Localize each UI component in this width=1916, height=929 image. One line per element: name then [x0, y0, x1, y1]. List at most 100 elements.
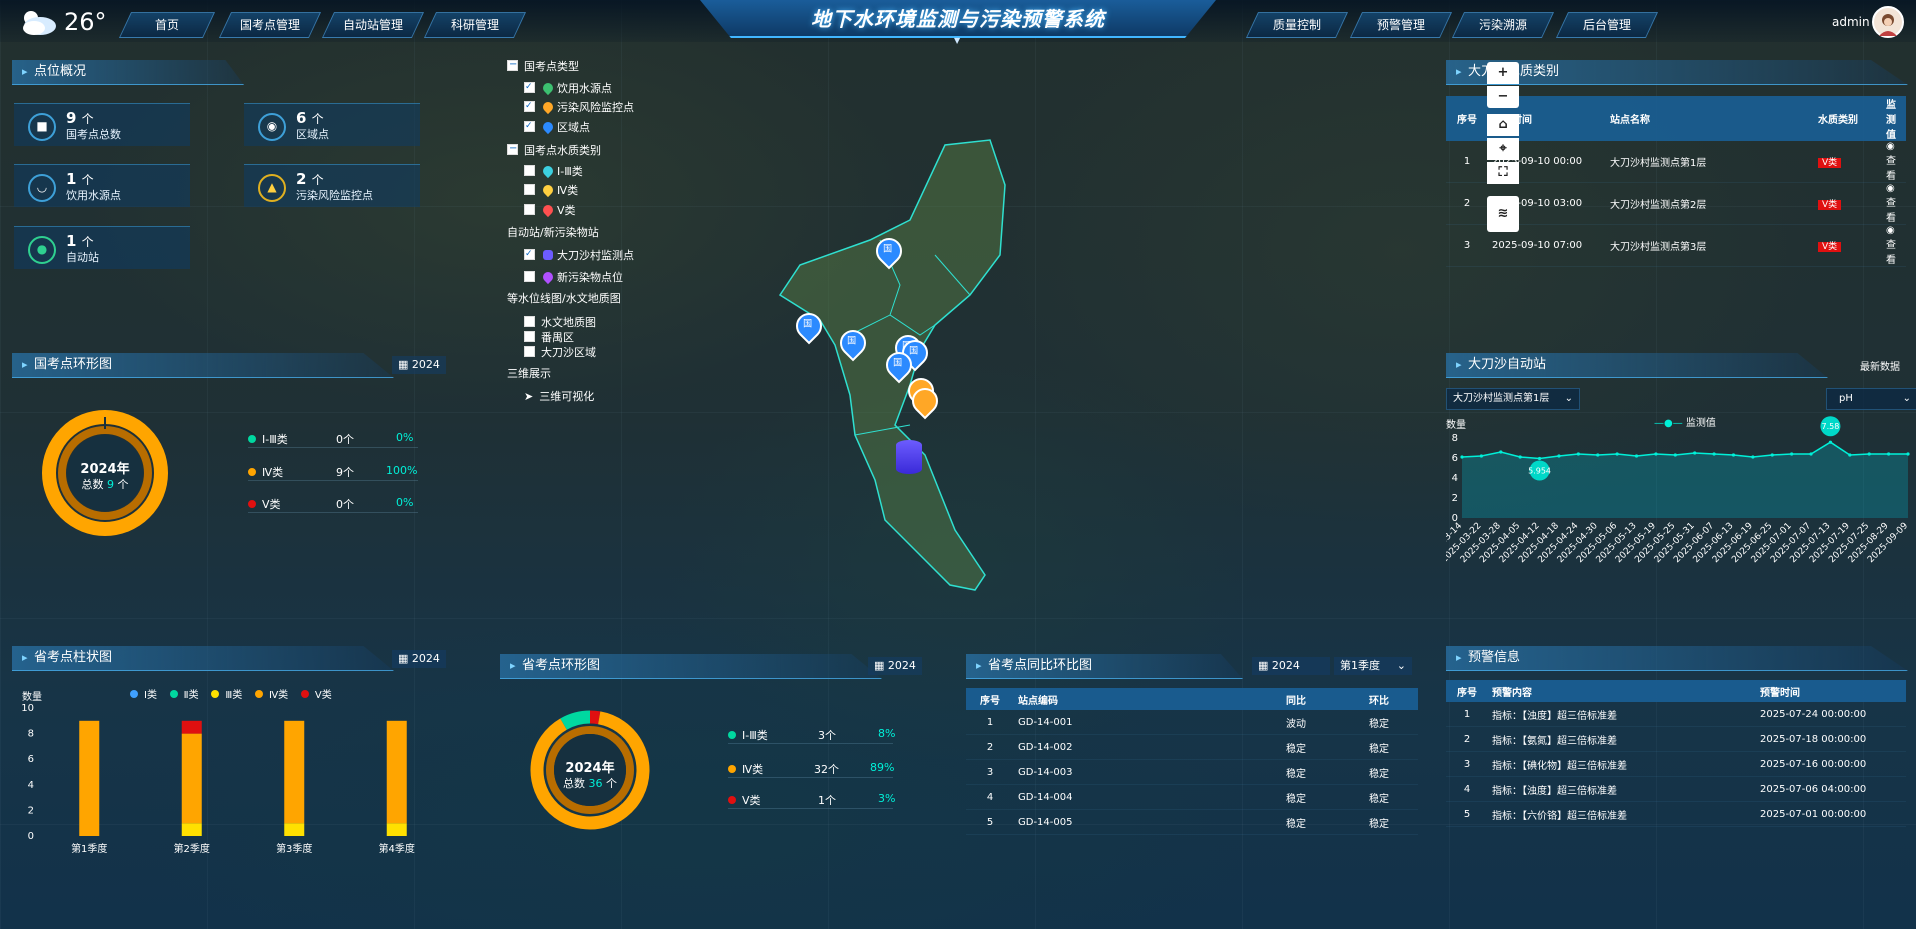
- weather-temperature: 26°: [64, 8, 107, 36]
- location-icon: ◉: [258, 113, 286, 141]
- nav-home[interactable]: 首页: [118, 12, 216, 38]
- avatar[interactable]: [1872, 6, 1904, 38]
- line-point: [1790, 452, 1794, 456]
- alerts-header: 预警信息: [1446, 646, 1908, 671]
- latest-data-link[interactable]: 最新数据: [1860, 358, 1900, 373]
- province-ring-center-year: 2024年: [565, 761, 615, 776]
- alerts-table: 序号 预警内容 预警时间 1 指标：【浊度】超三倍标准差 2025-07-24 00…: [1446, 680, 1906, 827]
- nav-auto-station[interactable]: 自动站管理: [321, 12, 425, 38]
- zoom-out-button[interactable]: −: [1487, 86, 1519, 108]
- province-bar-chart: 0 2 4 6 8 10 第1季度 第2季度 第3季度 第4季度: [21, 703, 415, 855]
- chevron-down-icon: ⌄: [1902, 393, 1911, 404]
- bar-segment: [284, 720, 305, 824]
- line-point: [1828, 440, 1833, 444]
- card-drinking-water[interactable]: ◡ 1 个 饮用水源点: [14, 164, 190, 207]
- bar-segment: [181, 733, 202, 824]
- line-point: [1906, 452, 1910, 456]
- legend-dadaosha-station[interactable]: 大刀沙村监测点: [524, 247, 634, 263]
- line-point: [1634, 454, 1639, 458]
- legend-pollution-risk[interactable]: 污染风险监控点: [524, 99, 634, 115]
- table-row[interactable]: 2 GD-14-002 稳定 稳定: [966, 734, 1418, 760]
- legend-group-national-type[interactable]: 国考点类型: [507, 57, 579, 74]
- legend-dadaosha-area[interactable]: 大刀沙区域: [524, 345, 596, 360]
- line-point: [1557, 454, 1561, 458]
- table-row[interactable]: 4 GD-14-004 稳定 稳定: [966, 784, 1418, 810]
- line-point: [1867, 452, 1871, 456]
- fullscreen-icon[interactable]: ⛶: [1487, 162, 1519, 184]
- zoom-in-button[interactable]: +: [1487, 62, 1519, 84]
- province-legend-row-3: Ⅴ类 1个 3%: [728, 792, 895, 809]
- legend-panyu[interactable]: 番禺区: [524, 330, 574, 345]
- nav-backend[interactable]: 后台管理: [1555, 12, 1659, 38]
- layers-icon[interactable]: ≋: [1487, 196, 1519, 232]
- nav-research[interactable]: 科研管理: [423, 12, 527, 38]
- province-ring-center-total: 总数 36 个: [563, 777, 617, 790]
- legend-class-5[interactable]: Ⅴ类: [524, 202, 576, 218]
- table-row[interactable]: 3 指标：【碘化物】超三倍标准差 2025-07-16 00:00:00: [1446, 751, 1906, 777]
- eye-icon: ◉: [1886, 141, 1895, 152]
- y-tick-label: 6: [28, 754, 34, 765]
- table-row[interactable]: 4 指标：【浊度】超三倍标准差 2025-07-06 04:00:00: [1446, 776, 1906, 802]
- card-regional[interactable]: ◉ 6 个 区域点: [244, 103, 420, 146]
- y-tick-label: 8: [28, 729, 34, 740]
- legend-group-water-class[interactable]: 国考点水质类别: [507, 141, 601, 158]
- province-legend-row-1: Ⅰ-Ⅲ类 3个 8%: [728, 727, 895, 744]
- bar-segment: [181, 823, 202, 836]
- legend-new-pollutant[interactable]: 新污染物点位: [524, 269, 623, 285]
- page-title: 地下水环境监测与污染预警系统: [811, 7, 1105, 31]
- donut-slice: [589, 710, 601, 725]
- legend-drinking-water[interactable]: 饮用水源点: [524, 80, 612, 96]
- compare-year-picker[interactable]: ▦ 2024: [1252, 657, 1330, 675]
- table-row[interactable]: 5 指标：【六价铬】超三倍标准差 2025-07-01 00:00:00: [1446, 801, 1906, 827]
- national-ring-year-picker[interactable]: ▦ 2024: [392, 356, 446, 374]
- username[interactable]: admin: [1832, 15, 1870, 29]
- auto-station-header: 大刀沙自动站: [1446, 353, 1828, 378]
- parameter-select[interactable]: pH ⌄: [1826, 388, 1916, 410]
- card-auto-station[interactable]: ● 1 个 自动站: [14, 226, 190, 269]
- line-point: [1770, 453, 1774, 457]
- table-row[interactable]: 1 GD-14-001 波动 稳定: [966, 710, 1418, 735]
- line-point: [1576, 452, 1580, 456]
- legend-hydro-map[interactable]: 水文地质图: [524, 315, 596, 330]
- compare-quarter-select[interactable]: 第1季度 ⌄: [1334, 657, 1412, 675]
- nav-alert-management[interactable]: 预警管理: [1349, 12, 1453, 38]
- compare-header: 省考点同比环比图: [966, 654, 1243, 679]
- navigation-arrow-icon: ➤: [524, 390, 534, 403]
- x-tick-label: 第1季度: [71, 842, 107, 855]
- title-chevron-icon: ▼: [954, 36, 961, 45]
- legend-group-hydro: 等水位线图/水文地质图: [507, 292, 621, 305]
- legend-class-1-3[interactable]: Ⅰ-Ⅲ类: [524, 163, 583, 179]
- home-icon[interactable]: ⌂: [1487, 114, 1519, 136]
- national-legend-row-2: Ⅳ类 9个 100%: [248, 464, 418, 481]
- table-row[interactable]: 3 GD-14-003 稳定 稳定: [966, 759, 1418, 785]
- line-point: [1712, 452, 1716, 456]
- line-point: [1518, 455, 1522, 459]
- locate-icon[interactable]: ⌖: [1487, 138, 1519, 160]
- province-ring-year-picker[interactable]: ▦ 2024: [868, 657, 922, 675]
- x-tick-label: 第4季度: [379, 842, 415, 855]
- eye-icon: ◉: [1886, 225, 1895, 236]
- card-national-total[interactable]: ■ 9 个 国考点总数: [14, 103, 190, 146]
- line-point: [1596, 453, 1600, 457]
- auto-station-cylinder-icon[interactable]: [896, 440, 922, 474]
- y-tick-label: 6: [1452, 453, 1458, 464]
- 3d-visualization-button[interactable]: ➤ 三维可视化: [524, 389, 594, 404]
- line-point: [1809, 452, 1813, 456]
- nav-pollution-trace[interactable]: 污染溯源: [1451, 12, 1555, 38]
- province-ring-header: 省考点环形图: [500, 654, 882, 679]
- table-row[interactable]: 5 GD-14-005 稳定 稳定: [966, 809, 1418, 835]
- station-select[interactable]: 大刀沙村监测点第1层 ⌄: [1446, 388, 1580, 410]
- y-tick-label: 2: [28, 805, 34, 816]
- province-bar-year-picker[interactable]: ▦ 2024: [392, 650, 446, 668]
- national-ring-center-year: 2024年: [80, 462, 130, 477]
- legend-regional[interactable]: 区域点: [524, 119, 590, 135]
- nav-quality-control[interactable]: 质量控制: [1245, 12, 1349, 38]
- table-row[interactable]: 2 指标：【氨氮】超三倍标准差 2025-07-18 00:00:00: [1446, 726, 1906, 752]
- table-row[interactable]: 1 指标：【浊度】超三倍标准差 2025-07-24 00:00:00: [1446, 702, 1906, 727]
- card-pollution-risk[interactable]: ▲ 2 个 污染风险监控点: [244, 164, 420, 207]
- legend-class-4[interactable]: Ⅳ类: [524, 182, 578, 198]
- overview-header: 点位概况: [12, 60, 244, 85]
- nav-national-points[interactable]: 国考点管理: [218, 12, 322, 38]
- province-legend-row-2: Ⅳ类 32个 89%: [728, 761, 894, 778]
- province-bar-legend: Ⅰ类 Ⅱ类 Ⅲ类 Ⅳ类 Ⅴ类: [130, 686, 332, 701]
